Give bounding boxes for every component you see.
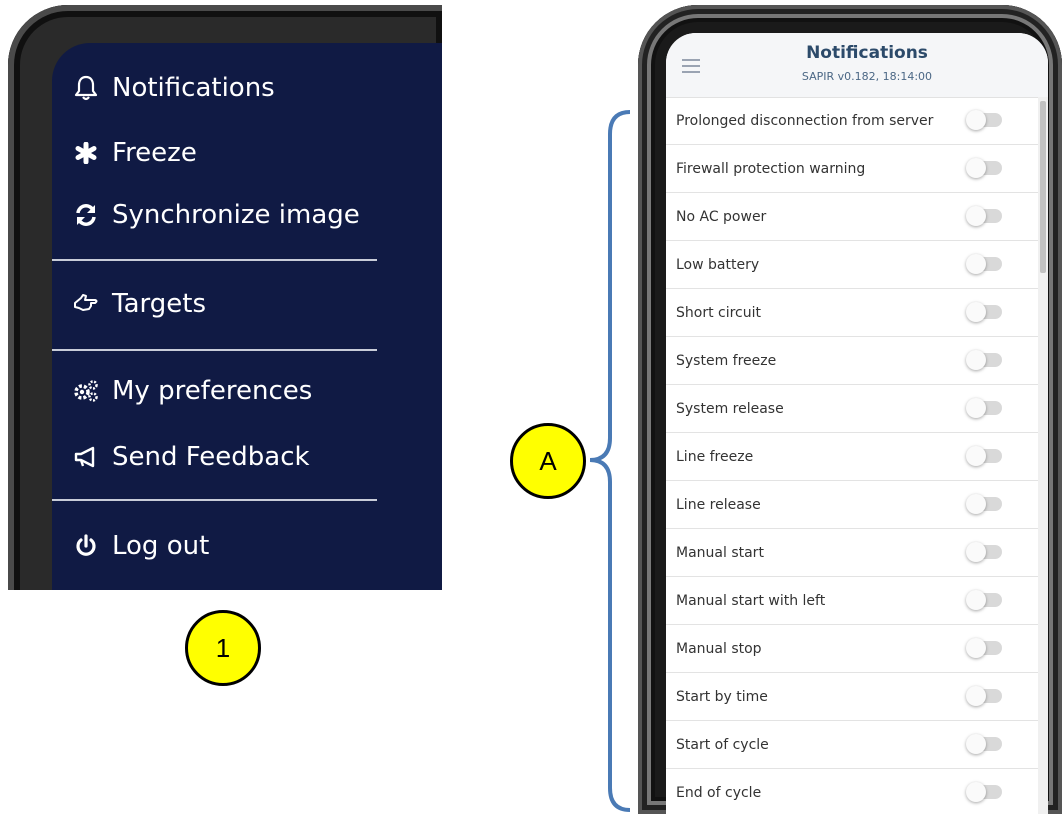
notification-label: Low battery [676,256,760,273]
header: Notifications SAPIR v0.182, 18:14:00 [666,33,1048,98]
toggle-knob [966,254,986,274]
notification-toggle[interactable] [966,782,1002,802]
toggle-knob [966,206,986,226]
toggle-knob [966,350,986,370]
notification-label: Start by time [676,688,768,705]
toggle-knob [966,638,986,658]
toggle-knob [966,446,986,466]
notification-toggle[interactable] [966,638,1002,658]
notification-toggle[interactable] [966,446,1002,466]
sync-icon [72,201,100,229]
notification-row: System freeze [666,337,1038,385]
notification-label: System release [676,400,784,417]
toggle-knob [966,398,986,418]
bell-icon [72,74,100,102]
notification-toggle[interactable] [966,686,1002,706]
menu-item-synchronize-image[interactable]: Synchronize image [72,200,360,230]
scrollbar-thumb[interactable] [1040,101,1046,273]
page-subtitle: SAPIR v0.182, 18:14:00 [801,70,933,83]
notification-toggle[interactable] [966,398,1002,418]
notification-label: Manual stop [676,640,762,657]
notification-row: End of cycle [666,769,1038,814]
callout-label: A [539,445,557,476]
notification-label: Start of cycle [676,736,769,753]
notification-label: No AC power [676,208,767,225]
notification-label: Manual start [676,544,764,561]
notification-row: Start of cycle [666,721,1038,769]
notification-toggle[interactable] [966,302,1002,322]
power-icon [72,532,100,560]
notification-label: Prolonged disconnection from server [676,112,934,129]
megaphone-icon [72,443,100,471]
menu-label: My preferences [112,376,313,406]
menu-item-freeze[interactable]: Freeze [72,138,197,168]
notification-row: Line freeze [666,433,1038,481]
menu-item-targets[interactable]: Targets [72,289,206,319]
callout-1: 1 [185,610,261,686]
notification-toggle[interactable] [966,494,1002,514]
menu-divider [52,349,377,351]
menu-label: Freeze [112,138,197,168]
notification-toggle[interactable] [966,206,1002,226]
menu-divider [52,499,377,501]
notifications-screen: Notifications SAPIR v0.182, 18:14:00 Pro… [666,33,1048,814]
menu-item-my-preferences[interactable]: My preferences [72,376,312,406]
notification-label: Manual start with left [676,592,826,609]
notification-label: Short circuit [676,304,762,321]
gears-icon [72,377,100,405]
toggle-knob [966,782,986,802]
toggle-knob [966,686,986,706]
menu-item-log-out[interactable]: Log out [72,531,209,561]
notification-label: System freeze [676,352,777,369]
notification-toggle[interactable] [966,590,1002,610]
menu-label: Targets [112,289,206,319]
notification-toggle[interactable] [966,734,1002,754]
notification-label: Firewall protection warning [676,160,866,177]
notification-label: Line freeze [676,448,754,465]
menu-divider [52,259,377,261]
notification-toggle[interactable] [966,350,1002,370]
notification-row: Line release [666,481,1038,529]
menu-label: Send Feedback [112,442,310,472]
notification-row: Low battery [666,241,1038,289]
notification-row: System release [666,385,1038,433]
menu-item-notifications[interactable]: Notifications [72,73,275,103]
hand-point-icon [72,290,100,318]
asterisk-icon [72,139,100,167]
menu-item-send-feedback[interactable]: Send Feedback [72,442,310,472]
menu-label: Log out [112,531,210,561]
notification-label: Line release [676,496,761,513]
toggle-knob [966,110,986,130]
notification-row: Short circuit [666,289,1038,337]
notification-row: Firewall protection warning [666,145,1038,193]
notification-row: Prolonged disconnection from server [666,97,1038,145]
toggle-knob [966,494,986,514]
callout-label: 1 [215,632,231,663]
toggle-knob [966,590,986,610]
callout-a: A [510,423,586,499]
bracket-indicator [589,110,631,812]
notification-toggle[interactable] [966,542,1002,562]
toggle-knob [966,158,986,178]
notification-row: Manual start [666,529,1038,577]
menu-label: Notifications [112,73,275,103]
notification-row: Start by time [666,673,1038,721]
scrollbar[interactable] [1038,97,1048,814]
side-menu-frame: Notifications Freeze Synchronize image T… [0,0,442,590]
toggle-knob [966,734,986,754]
notification-toggle[interactable] [966,110,1002,130]
notification-list: Prolonged disconnection from server Firew… [666,97,1038,814]
toggle-knob [966,302,986,322]
toggle-knob [966,542,986,562]
side-menu: Notifications Freeze Synchronize image T… [52,43,442,590]
notification-toggle[interactable] [966,158,1002,178]
notification-toggle[interactable] [966,254,1002,274]
page-title: Notifications [806,43,928,63]
notification-row: Manual stop [666,625,1038,673]
notification-row: Manual start with left [666,577,1038,625]
menu-label: Synchronize image [112,200,360,230]
notification-label: End of cycle [676,784,762,801]
notification-row: No AC power [666,193,1038,241]
